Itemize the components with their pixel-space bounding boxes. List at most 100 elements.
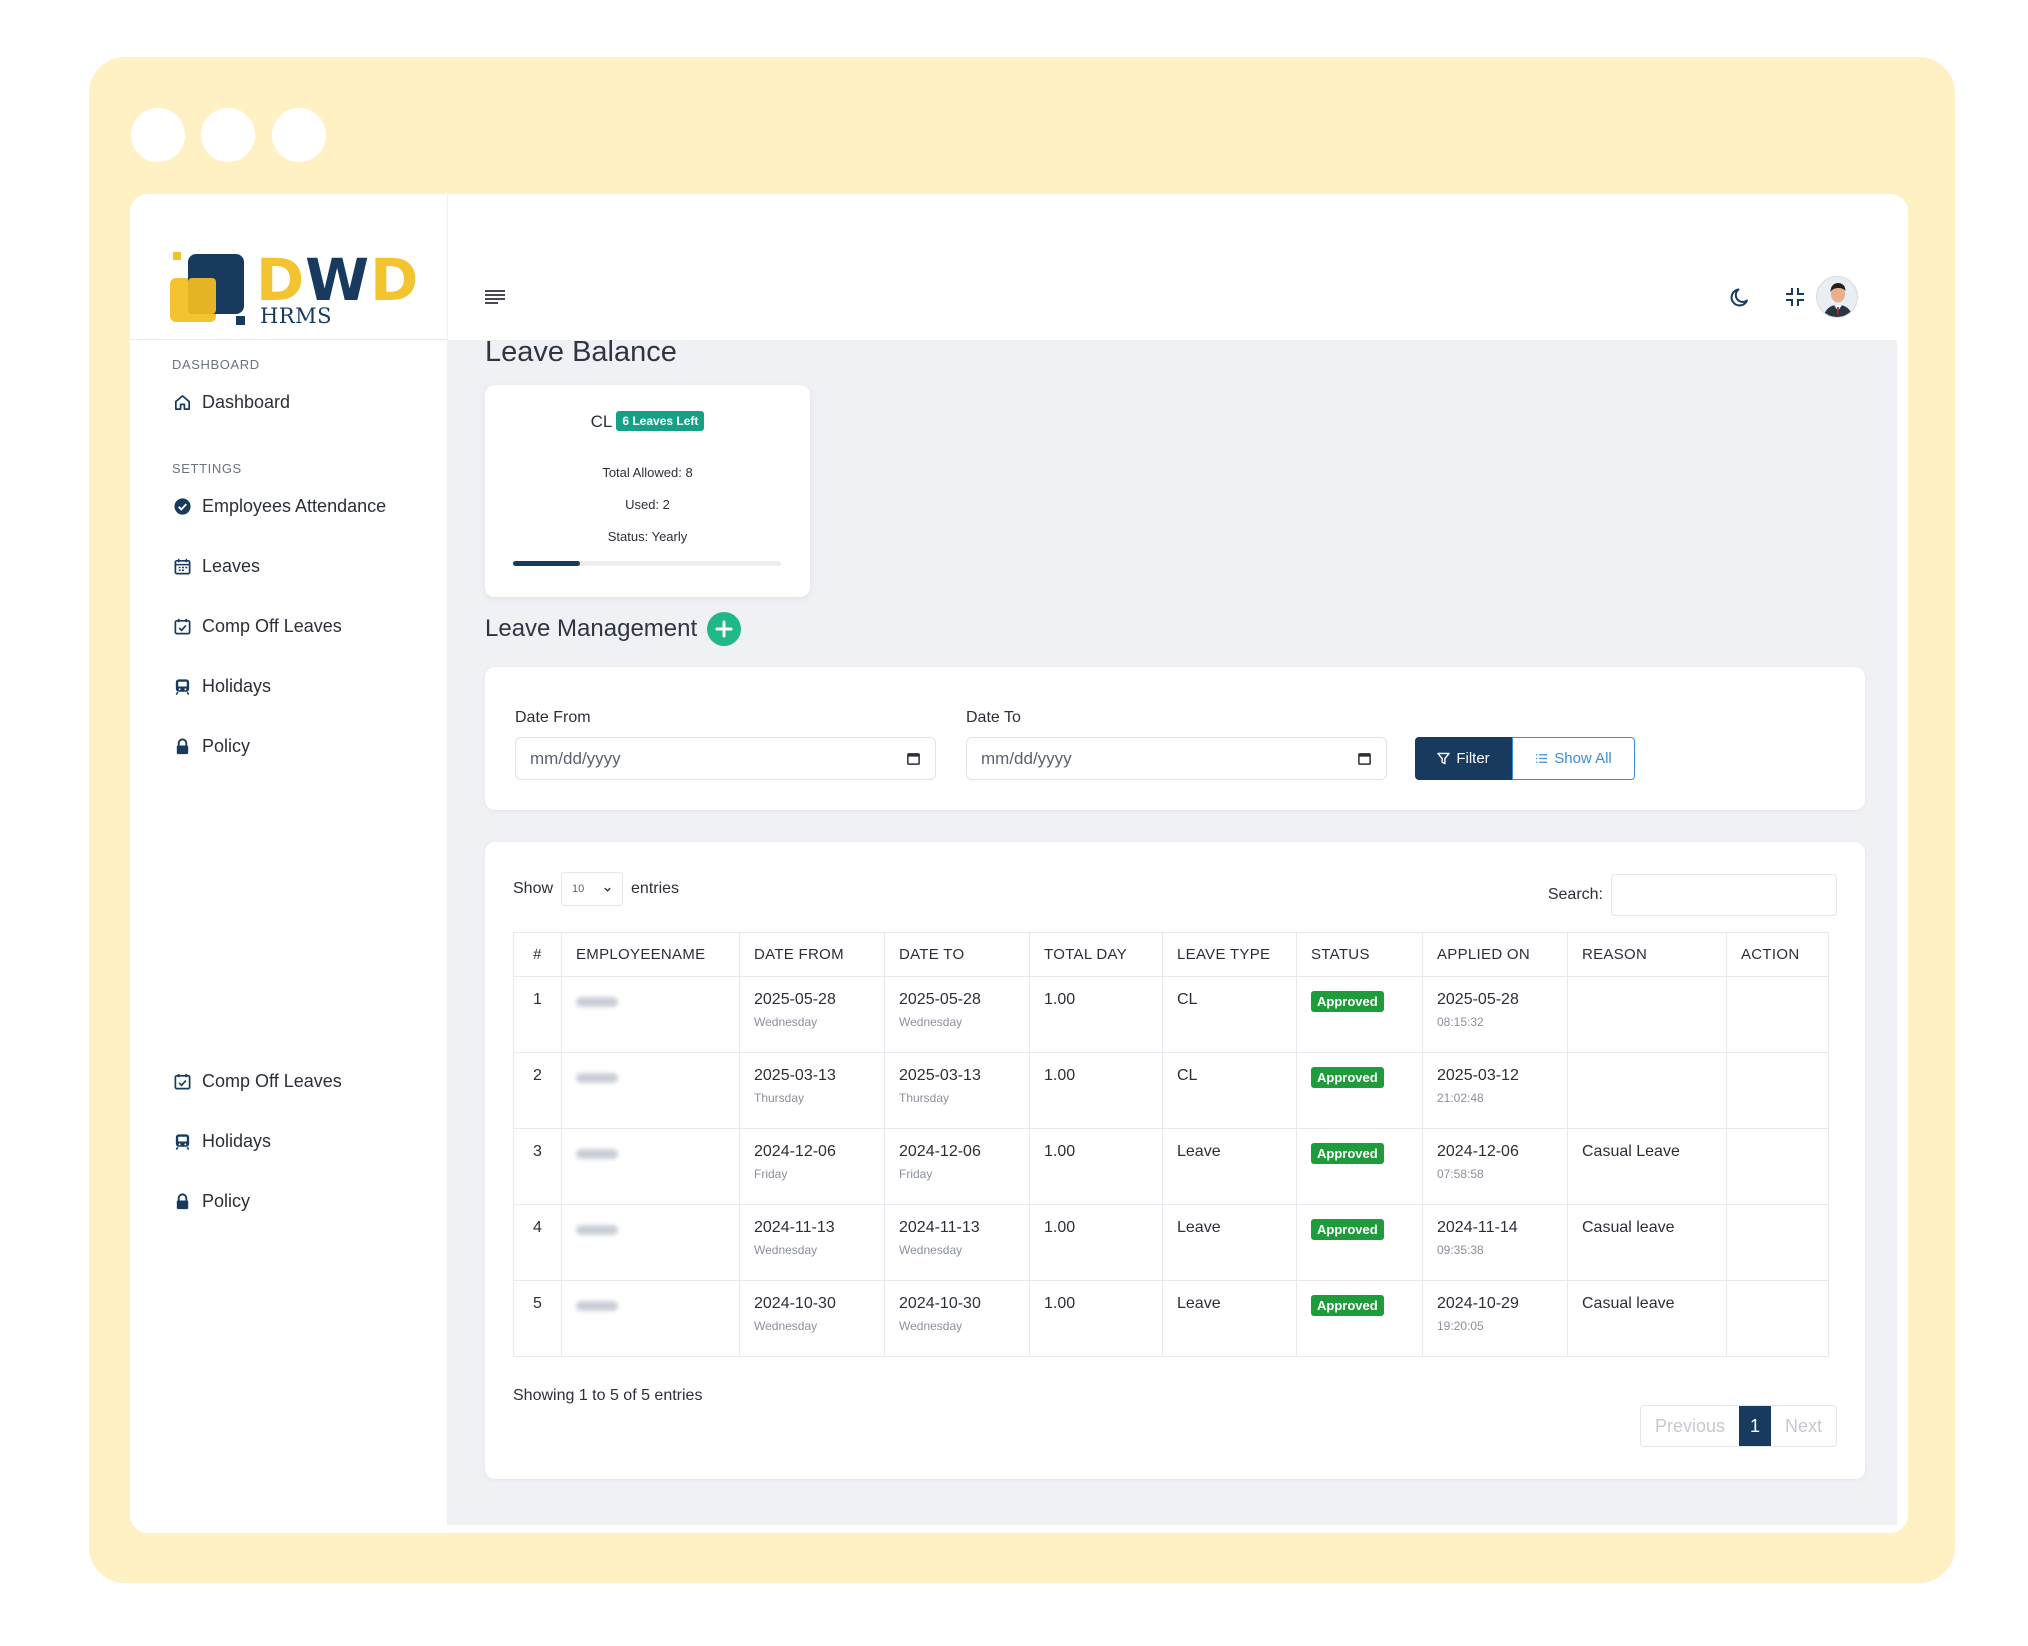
app-window: DWD HRMS DASHBOARD Dashboard SETTINGS Em… — [130, 194, 1908, 1533]
status-label: Status: — [607, 529, 649, 544]
table-info: Showing 1 to 5 of 5 entries — [513, 1387, 703, 1404]
show-all-button[interactable]: Show All — [1512, 737, 1635, 780]
status-badge: Approved — [1311, 1143, 1384, 1164]
lock-icon — [172, 1192, 192, 1212]
date-to-cell: 2024-12-06 Friday — [884, 1128, 1030, 1205]
menu-icon[interactable] — [484, 289, 506, 305]
date-from-day: Thursday — [754, 1091, 805, 1105]
sidebar-item-policy[interactable]: Policy — [172, 1191, 250, 1212]
filter-button[interactable]: Filter — [1415, 737, 1512, 780]
applied-on-time: 09:35:38 — [1437, 1243, 1484, 1257]
date-to-cell: 2025-05-28 Wednesday — [884, 976, 1030, 1053]
sidebar-item-holidays[interactable]: Holidays — [172, 676, 271, 697]
sidebar-item-employees-attendance[interactable]: Employees Attendance — [172, 496, 386, 517]
avatar[interactable] — [1816, 276, 1858, 318]
column-header[interactable]: ACTION — [1726, 932, 1829, 977]
reason-cell: Casual leave — [1567, 1204, 1727, 1281]
total-allowed: Total Allowed: 8 — [485, 465, 810, 480]
sidebar-item-dashboard[interactable]: Dashboard — [172, 392, 290, 413]
page-1-button[interactable]: 1 — [1738, 1406, 1771, 1446]
calendar-icon[interactable] — [1357, 751, 1372, 766]
applied-on-cell: 2024-10-29 19:20:05 — [1422, 1280, 1568, 1357]
date-from-value: 2024-10-30 — [754, 1295, 836, 1312]
date-to-input[interactable]: mm/dd/yyyy — [966, 737, 1387, 780]
sidebar-item-comp-off-leaves[interactable]: Comp Off Leaves — [172, 616, 342, 637]
applied-on-cell: 2024-12-06 07:58:58 — [1422, 1128, 1568, 1205]
date-from-day: Wednesday — [754, 1319, 818, 1333]
row-number: 3 — [513, 1128, 562, 1205]
sidebar-item-comp-off-leaves[interactable]: Comp Off Leaves — [172, 1071, 342, 1092]
column-header[interactable]: EMPLOYEENAME — [561, 932, 740, 977]
date-from-value: 2024-12-06 — [754, 1143, 836, 1160]
leave-type-cell: Leave — [1162, 1280, 1297, 1357]
column-header[interactable]: APPLIED ON — [1422, 932, 1568, 977]
reason-cell: Casual leave — [1567, 1280, 1727, 1357]
status-cell: Approved — [1296, 1128, 1423, 1205]
entries-select[interactable]: 10 — [561, 872, 624, 906]
pagination: Previous 1 Next — [1639, 1405, 1837, 1447]
entries-value: 10 — [572, 883, 585, 895]
date-to-cell: 2024-10-30 Wednesday — [884, 1280, 1030, 1357]
sidebar-item-label: Leaves — [202, 556, 261, 576]
main-content: Leave Balance CL 6 Leaves Left Total Allo… — [447, 336, 1897, 1525]
plus-icon — [715, 620, 733, 638]
sidebar-item-policy[interactable]: Policy — [172, 736, 250, 757]
applied-on-time: 07:58:58 — [1437, 1167, 1484, 1181]
column-header[interactable]: # — [513, 932, 562, 977]
filter-button-label: Filter — [1456, 750, 1490, 767]
usage-progress-fill — [513, 561, 580, 566]
leave-type-label: CL — [590, 412, 613, 431]
leave-balance-title: Leave Balance — [485, 336, 677, 368]
sidebar-item-holidays[interactable]: Holidays — [172, 1131, 271, 1152]
row-number: 1 — [513, 976, 562, 1053]
column-header[interactable]: STATUS — [1296, 932, 1423, 977]
add-leave-button[interactable] — [707, 612, 742, 646]
leave-type-cell: CL — [1162, 976, 1297, 1053]
logo-accent — [236, 316, 245, 325]
applied-on-time: 21:02:48 — [1437, 1091, 1484, 1105]
previous-page-button[interactable]: Previous — [1640, 1406, 1739, 1446]
brand-logo[interactable]: DWD HRMS — [170, 246, 418, 332]
date-from-day: Friday — [754, 1167, 788, 1181]
date-from-cell: 2024-11-13 Wednesday — [739, 1204, 885, 1281]
next-page-button[interactable]: Next — [1770, 1406, 1836, 1446]
column-header[interactable]: REASON — [1567, 932, 1727, 977]
date-to-day: Wednesday — [899, 1015, 963, 1029]
applied-on-value: 2024-10-29 — [1437, 1295, 1519, 1312]
reason-cell — [1567, 976, 1727, 1053]
applied-on-time: 19:20:05 — [1437, 1319, 1484, 1333]
globe-icon — [172, 1132, 192, 1152]
status-badge: Approved — [1311, 1295, 1384, 1316]
used: Used: 2 — [485, 497, 810, 512]
date-to-day: Wednesday — [899, 1243, 963, 1257]
show-label: Show — [513, 880, 554, 897]
collapse-icon[interactable] — [1780, 282, 1810, 312]
date-placeholder: mm/dd/yyyy — [981, 748, 1072, 768]
used-value: 2 — [662, 497, 670, 512]
date-to-value: 2024-11-13 — [899, 1219, 980, 1236]
search-input[interactable] — [1611, 874, 1837, 916]
action-cell — [1726, 1204, 1829, 1281]
status-badge: Approved — [1311, 991, 1384, 1012]
applied-on-time: 08:15:32 — [1437, 1015, 1484, 1029]
table-row: 1 2025-05-28 Wednesday 2025-05-28 Wednesda… — [513, 976, 1829, 1053]
status-cell: Approved — [1296, 1204, 1423, 1281]
moon-icon[interactable] — [1725, 282, 1755, 312]
leave-table-card: Show 10 entries Search: # EMPLOYEENAME D… — [485, 842, 1865, 1479]
date-to-label: Date To — [966, 709, 1021, 726]
sidebar-item-label: Dashboard — [202, 392, 291, 412]
date-from-input[interactable]: mm/dd/yyyy — [515, 737, 936, 780]
status-badge: Approved — [1311, 1219, 1384, 1240]
calendar-icon[interactable] — [906, 751, 921, 766]
applied-on-value: 2025-03-12 — [1437, 1067, 1519, 1084]
table-row: 5 2024-10-30 Wednesday 2024-10-30 Wednesda… — [513, 1280, 1829, 1357]
column-header[interactable]: TOTAL DAY — [1029, 932, 1163, 977]
search-label: Search: — [1547, 886, 1603, 903]
balance-card-header: CL 6 Leaves Left — [485, 411, 810, 432]
sidebar-item-leaves[interactable]: Leaves — [172, 556, 260, 577]
column-header[interactable]: DATE TO — [884, 932, 1030, 977]
column-header[interactable]: DATE FROM — [739, 932, 885, 977]
column-header[interactable]: LEAVE TYPE — [1162, 932, 1297, 977]
date-to-day: Thursday — [899, 1091, 950, 1105]
calendar-icon — [172, 557, 192, 577]
